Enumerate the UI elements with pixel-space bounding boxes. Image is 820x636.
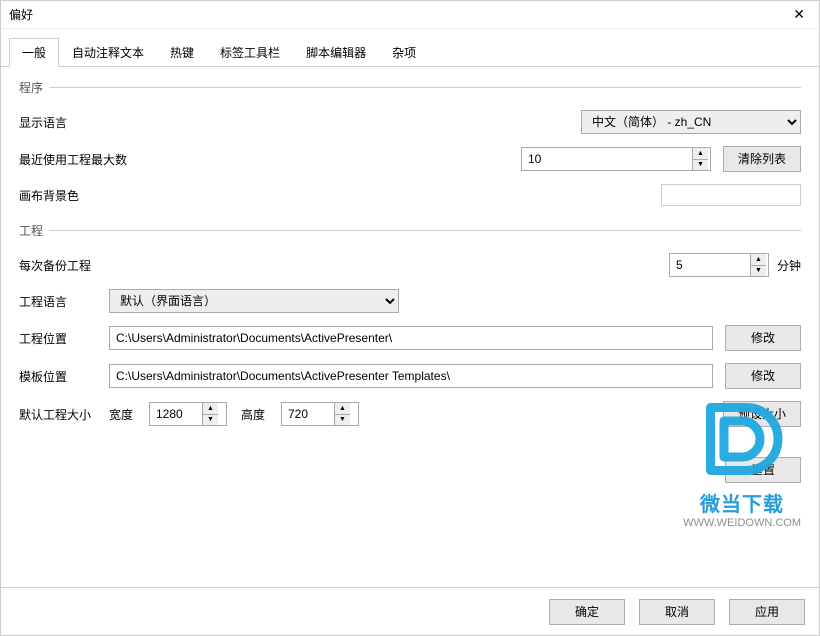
project-lang-label: 工程语言 xyxy=(19,293,109,310)
dialog-button-bar: 确定 取消 应用 xyxy=(1,587,819,635)
template-location-input[interactable] xyxy=(109,364,713,388)
project-location-label: 工程位置 xyxy=(19,330,109,347)
spin-up-icon[interactable]: ▲ xyxy=(335,403,350,415)
divider xyxy=(49,87,801,88)
close-icon[interactable]: ✕ xyxy=(787,6,811,23)
backup-spinbox[interactable]: ▲ ▼ xyxy=(669,253,769,277)
apply-button[interactable]: 应用 xyxy=(729,599,805,625)
tab-hotkeys[interactable]: 热键 xyxy=(157,38,207,67)
project-location-input[interactable] xyxy=(109,326,713,350)
spin-up-icon[interactable]: ▲ xyxy=(693,148,708,160)
tab-label-toolbar[interactable]: 标签工具栏 xyxy=(207,38,293,67)
spin-up-icon[interactable]: ▲ xyxy=(203,403,218,415)
backup-label: 每次备份工程 xyxy=(19,257,109,274)
spin-down-icon[interactable]: ▼ xyxy=(203,415,218,426)
group-program: 程序 显示语言 中文（简体） - zh_CN 最近使用工程最大数 xyxy=(19,79,801,206)
default-size-label: 默认工程大小 xyxy=(19,406,109,423)
template-location-modify-button[interactable]: 修改 xyxy=(725,363,801,389)
spin-up-icon[interactable]: ▲ xyxy=(751,254,766,266)
titlebar: 偏好 ✕ xyxy=(1,1,819,29)
recent-projects-label: 最近使用工程最大数 xyxy=(19,151,159,168)
width-input[interactable] xyxy=(150,403,202,425)
preset-size-button[interactable]: 预设大小 xyxy=(723,401,801,427)
cancel-button[interactable]: 取消 xyxy=(639,599,715,625)
tab-general[interactable]: 一般 xyxy=(9,38,59,67)
height-spinbox[interactable]: ▲ ▼ xyxy=(281,402,359,426)
template-location-label: 模板位置 xyxy=(19,368,109,385)
project-lang-select[interactable]: 默认（界面语言） xyxy=(109,289,399,313)
group-program-title: 程序 xyxy=(19,79,43,96)
window-title: 偏好 xyxy=(9,6,787,23)
ok-button[interactable]: 确定 xyxy=(549,599,625,625)
canvas-bg-color-picker[interactable] xyxy=(661,184,801,206)
recent-projects-input[interactable] xyxy=(522,148,692,170)
reset-button[interactable]: 重置 xyxy=(725,457,801,483)
backup-unit: 分钟 xyxy=(777,257,801,274)
recent-projects-spinbox[interactable]: ▲ ▼ xyxy=(521,147,711,171)
group-project-title: 工程 xyxy=(19,222,43,239)
backup-input[interactable] xyxy=(670,254,750,276)
divider xyxy=(49,230,801,231)
clear-list-button[interactable]: 清除列表 xyxy=(723,146,801,172)
tab-bar: 一般 自动注释文本 热键 标签工具栏 脚本编辑器 杂项 xyxy=(1,29,819,67)
tab-auto-annotation[interactable]: 自动注释文本 xyxy=(59,38,157,67)
display-language-select[interactable]: 中文（简体） - zh_CN xyxy=(581,110,801,134)
project-location-modify-button[interactable]: 修改 xyxy=(725,325,801,351)
width-label: 宽度 xyxy=(109,406,149,423)
spin-down-icon[interactable]: ▼ xyxy=(751,266,766,277)
height-input[interactable] xyxy=(282,403,334,425)
tab-script-editor[interactable]: 脚本编辑器 xyxy=(293,38,379,67)
display-language-label: 显示语言 xyxy=(19,114,109,131)
tab-misc[interactable]: 杂项 xyxy=(379,38,429,67)
group-project: 工程 每次备份工程 ▲ ▼ 分钟 工程语言 xyxy=(19,222,801,483)
width-spinbox[interactable]: ▲ ▼ xyxy=(149,402,227,426)
spin-down-icon[interactable]: ▼ xyxy=(693,160,708,171)
height-label: 高度 xyxy=(241,406,281,423)
canvas-bg-label: 画布背景色 xyxy=(19,187,109,204)
spin-down-icon[interactable]: ▼ xyxy=(335,415,350,426)
